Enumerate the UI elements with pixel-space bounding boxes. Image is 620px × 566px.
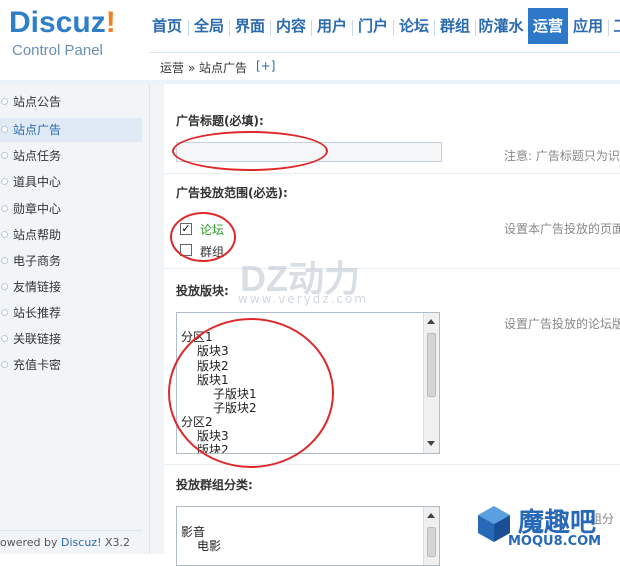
- sidebar-item-announcements[interactable]: 站点公告: [0, 90, 142, 114]
- scope-group-checkbox[interactable]: [180, 244, 192, 256]
- title-note: 注意: 广告标题只为识: [504, 149, 620, 163]
- sidebar-item-cards[interactable]: 充值卡密: [0, 353, 142, 377]
- nav-interface[interactable]: 界面: [232, 8, 268, 44]
- divider: [164, 268, 620, 269]
- bullet-icon: [1, 126, 8, 133]
- forum-label: 投放版块:: [176, 284, 229, 298]
- nav-content[interactable]: 内容: [273, 8, 309, 44]
- bullet-icon: [1, 231, 8, 238]
- sidebar-item-help[interactable]: 站点帮助: [0, 223, 142, 247]
- sidebar-item-medals[interactable]: 勋章中心: [0, 197, 142, 221]
- nav-apps[interactable]: 应用: [570, 8, 606, 44]
- scope-forum-label: 论坛: [200, 223, 225, 237]
- title-label: 广告标题(必填):: [176, 114, 264, 128]
- list-item[interactable]: 子版块2: [213, 399, 257, 416]
- forum-select[interactable]: 分区1 版块3 版块2 版块1 子版块1 子版块2 分区2 版块3 版块2: [176, 312, 440, 454]
- nav-home[interactable]: 首页: [148, 8, 186, 44]
- sidebar-item-links[interactable]: 友情链接: [0, 275, 142, 299]
- list-item[interactable]: 版块2: [197, 441, 229, 453]
- forum-note: 设置广告投放的论坛版: [504, 317, 620, 331]
- nav-users[interactable]: 用户: [314, 8, 350, 44]
- logo-subtitle: Control Panel: [12, 42, 103, 59]
- sidebar-item-magic[interactable]: 道具中心: [0, 170, 142, 194]
- sidebar-item-related-links[interactable]: 关联链接: [0, 327, 142, 351]
- scroll-thumb[interactable]: [427, 527, 436, 557]
- sidebar-item-ecommerce[interactable]: 电子商务: [0, 249, 142, 273]
- bullet-icon: [1, 361, 8, 368]
- scope-forum-checkbox[interactable]: ✓: [180, 223, 192, 235]
- scroll-up-icon[interactable]: [427, 513, 435, 518]
- group-label: 投放群组分类:: [176, 478, 253, 492]
- powered-by: owered by Discuz! X3.2: [0, 530, 142, 554]
- scope-group-label: 群组: [200, 245, 225, 259]
- sidebar-item-recommend[interactable]: 站长推荐: [0, 301, 142, 325]
- bullet-icon: [1, 309, 8, 316]
- forum-scrollbar[interactable]: [423, 313, 439, 453]
- watermark-url: www.verydz.com: [238, 292, 369, 306]
- scroll-down-icon[interactable]: [427, 441, 435, 446]
- group-select[interactable]: 影音 电影: [176, 506, 440, 566]
- nav-forum[interactable]: 论坛: [396, 8, 432, 44]
- bullet-icon: [1, 152, 8, 159]
- nav-global[interactable]: 全局: [191, 8, 227, 44]
- nav-group[interactable]: 群组: [437, 8, 473, 44]
- nav-tools[interactable]: 工: [611, 8, 620, 44]
- moqu-url: MOQU8.COM: [508, 534, 602, 549]
- moqu-watermark: 魔趣吧 MOQU8.COM: [470, 498, 620, 554]
- bullet-icon: [1, 178, 8, 185]
- sidebar: 站点公告 站点广告 站点任务 道具中心 勋章中心 站点帮助 电子商务 友情链接 …: [0, 84, 150, 554]
- scroll-up-icon[interactable]: [427, 319, 435, 324]
- scope-note: 设置本广告投放的页面: [504, 222, 620, 236]
- add-ad-link[interactable]: [+]: [256, 59, 275, 73]
- divider: [164, 464, 620, 465]
- ad-title-input[interactable]: [176, 142, 442, 162]
- cube-logo-icon: [478, 506, 510, 542]
- bullet-icon: [1, 335, 8, 342]
- divider: [164, 173, 620, 174]
- group-scrollbar[interactable]: [423, 507, 439, 565]
- logo-brand: Discuz!: [9, 6, 116, 39]
- breadcrumb-path: 运营 » 站点广告: [160, 61, 247, 75]
- logo[interactable]: Discuz! Control Panel: [0, 0, 150, 80]
- discuz-link[interactable]: Discuz!: [61, 536, 101, 549]
- bullet-icon: [1, 283, 8, 290]
- sidebar-item-ads[interactable]: 站点广告: [0, 118, 142, 142]
- scroll-thumb[interactable]: [427, 333, 436, 397]
- nav-portal[interactable]: 门户: [355, 8, 391, 44]
- scope-label: 广告投放范围(必选):: [176, 186, 288, 200]
- breadcrumb: 运营 » 站点广告 [+]: [150, 52, 620, 80]
- nav-operations[interactable]: 运营: [528, 8, 568, 44]
- nav-antispam[interactable]: 防灌水: [477, 8, 525, 44]
- sidebar-item-tasks[interactable]: 站点任务: [0, 144, 142, 168]
- bullet-icon: [1, 257, 8, 264]
- header: Discuz! Control Panel 首页 全局 界面 内容 用户 门户 …: [0, 0, 620, 80]
- bullet-icon: [1, 205, 8, 212]
- list-item[interactable]: 电影: [197, 537, 221, 554]
- top-navigation: 首页 全局 界面 内容 用户 门户 论坛 群组 防灌水 运营 应用 工: [148, 8, 620, 44]
- bullet-icon: [1, 98, 8, 105]
